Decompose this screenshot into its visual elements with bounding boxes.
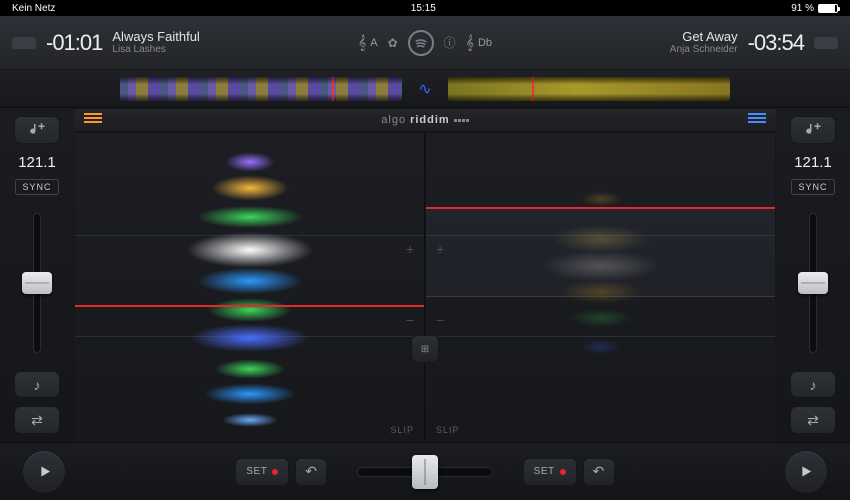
- slip-label-b[interactable]: SLIP: [436, 425, 460, 435]
- side-panel-a: 121.1 SYNC ♪ ⇄: [0, 108, 74, 442]
- treble-clef-icon: 𝄞: [358, 34, 366, 51]
- crossfader-thumb[interactable]: [412, 455, 438, 489]
- deck-a[interactable]: + − SLIP: [74, 132, 425, 442]
- network-status: Kein Netz: [12, 3, 55, 14]
- fx-button-a[interactable]: ⇄: [14, 406, 60, 434]
- ios-status-bar: Kein Netz 15:15 91 %: [0, 0, 850, 16]
- side-panel-b: 121.1 SYNC ♪ ⇄: [776, 108, 850, 442]
- settings-icon[interactable]: ✿: [388, 36, 398, 50]
- cue-group-a: SET ↶: [235, 458, 327, 486]
- decks: algoriddim + −: [74, 108, 776, 442]
- automix-icon[interactable]: ∿: [418, 79, 431, 99]
- brand-logo: algoriddim: [381, 114, 468, 126]
- track-title-a: Always Faithful: [112, 29, 199, 45]
- music-add-icon: [28, 121, 46, 139]
- key-b[interactable]: 𝄞Db: [466, 34, 492, 51]
- tempo-thumb-b[interactable]: [798, 272, 828, 294]
- sync-button-a[interactable]: SYNC: [15, 179, 58, 195]
- overview-wave-a[interactable]: [120, 77, 402, 101]
- playhead-b: [532, 77, 534, 101]
- sync-button-b[interactable]: SYNC: [791, 179, 834, 195]
- play-button-a[interactable]: [22, 450, 66, 494]
- loop-button-b[interactable]: ↶: [583, 458, 615, 486]
- clock: 15:15: [411, 3, 436, 14]
- time-remaining-a: -01:01: [46, 30, 102, 56]
- track-artist-a: Lisa Lashes: [112, 44, 199, 56]
- cue-group-b: SET ↶: [523, 458, 615, 486]
- treble-clef-icon: 𝄞: [466, 34, 474, 51]
- cue-line-a: [75, 305, 424, 307]
- zoom-out-a[interactable]: −: [406, 312, 414, 328]
- waveform-view-a[interactable]: [84, 113, 102, 127]
- cue-dot-icon: [272, 469, 278, 475]
- set-cue-a[interactable]: SET: [235, 458, 289, 486]
- zoom-in-b[interactable]: +: [436, 241, 444, 257]
- play-button-b[interactable]: [784, 450, 828, 494]
- loop-icon: ↶: [593, 463, 605, 480]
- main-panel: 121.1 SYNC ♪ ⇄ algoriddim + −: [0, 108, 850, 442]
- dj-app: -01:01 Always Faithful Lisa Lashes 𝄞A ✿ …: [0, 16, 850, 500]
- battery-pct: 91 %: [791, 3, 814, 14]
- zoom-in-a[interactable]: +: [406, 241, 414, 257]
- cue-dot-icon: [560, 469, 566, 475]
- header: -01:01 Always Faithful Lisa Lashes 𝄞A ✿ …: [0, 16, 850, 70]
- vertical-waveform-a: [150, 133, 350, 441]
- fx-icon: ⇄: [31, 412, 43, 429]
- track-title-b: Get Away: [670, 29, 738, 45]
- fx-button-b[interactable]: ⇄: [790, 406, 836, 434]
- waveform-view-b[interactable]: [748, 113, 766, 127]
- zoom-out-b[interactable]: −: [436, 312, 444, 328]
- loop-button-a[interactable]: ↶: [295, 458, 327, 486]
- note-icon: ♪: [810, 377, 817, 393]
- record-indicator-a[interactable]: [12, 37, 36, 49]
- playhead-a: [332, 77, 334, 101]
- transport-footer: SET ↶ SET ↶: [0, 442, 850, 500]
- key-a[interactable]: 𝄞A: [358, 34, 378, 51]
- set-cue-b[interactable]: SET: [523, 458, 577, 486]
- loop-highlight-b: [426, 207, 775, 297]
- crossfader[interactable]: [357, 467, 492, 477]
- battery-icon: [818, 4, 838, 13]
- overview-wave-b[interactable]: [448, 77, 730, 101]
- fx-icon: ⇄: [807, 412, 819, 429]
- bpm-b[interactable]: 121.1: [794, 154, 832, 171]
- tempo-thumb-a[interactable]: [22, 272, 52, 294]
- deck-b[interactable]: + − SLIP: [425, 132, 776, 442]
- tempo-slider-a[interactable]: [33, 213, 41, 353]
- music-add-icon: [804, 121, 822, 139]
- track-info-b[interactable]: Get Away Anja Schneider: [670, 29, 738, 57]
- cue-line-b: [426, 207, 775, 209]
- library-button-b[interactable]: [790, 116, 836, 144]
- library-button-a[interactable]: [14, 116, 60, 144]
- tempo-slider-b[interactable]: [809, 213, 817, 353]
- note-icon: ♪: [34, 377, 41, 393]
- track-artist-b: Anja Schneider: [670, 44, 738, 56]
- key-button-a[interactable]: ♪: [14, 371, 60, 399]
- waveform-overview: ∿: [0, 70, 850, 108]
- spotify-source-button[interactable]: [408, 30, 434, 56]
- bpm-a[interactable]: 121.1: [18, 154, 56, 171]
- slip-label-a[interactable]: SLIP: [390, 425, 414, 435]
- loop-icon: ↶: [305, 463, 317, 480]
- track-info-a[interactable]: Always Faithful Lisa Lashes: [112, 29, 199, 57]
- record-indicator-b[interactable]: [814, 37, 838, 49]
- deck-toolbar: algoriddim: [74, 108, 776, 132]
- info-icon[interactable]: ⓘ: [444, 34, 456, 51]
- mixer-grid-button[interactable]: ⊞: [411, 335, 439, 363]
- key-button-b[interactable]: ♪: [790, 371, 836, 399]
- time-remaining-b: -03:54: [748, 30, 804, 56]
